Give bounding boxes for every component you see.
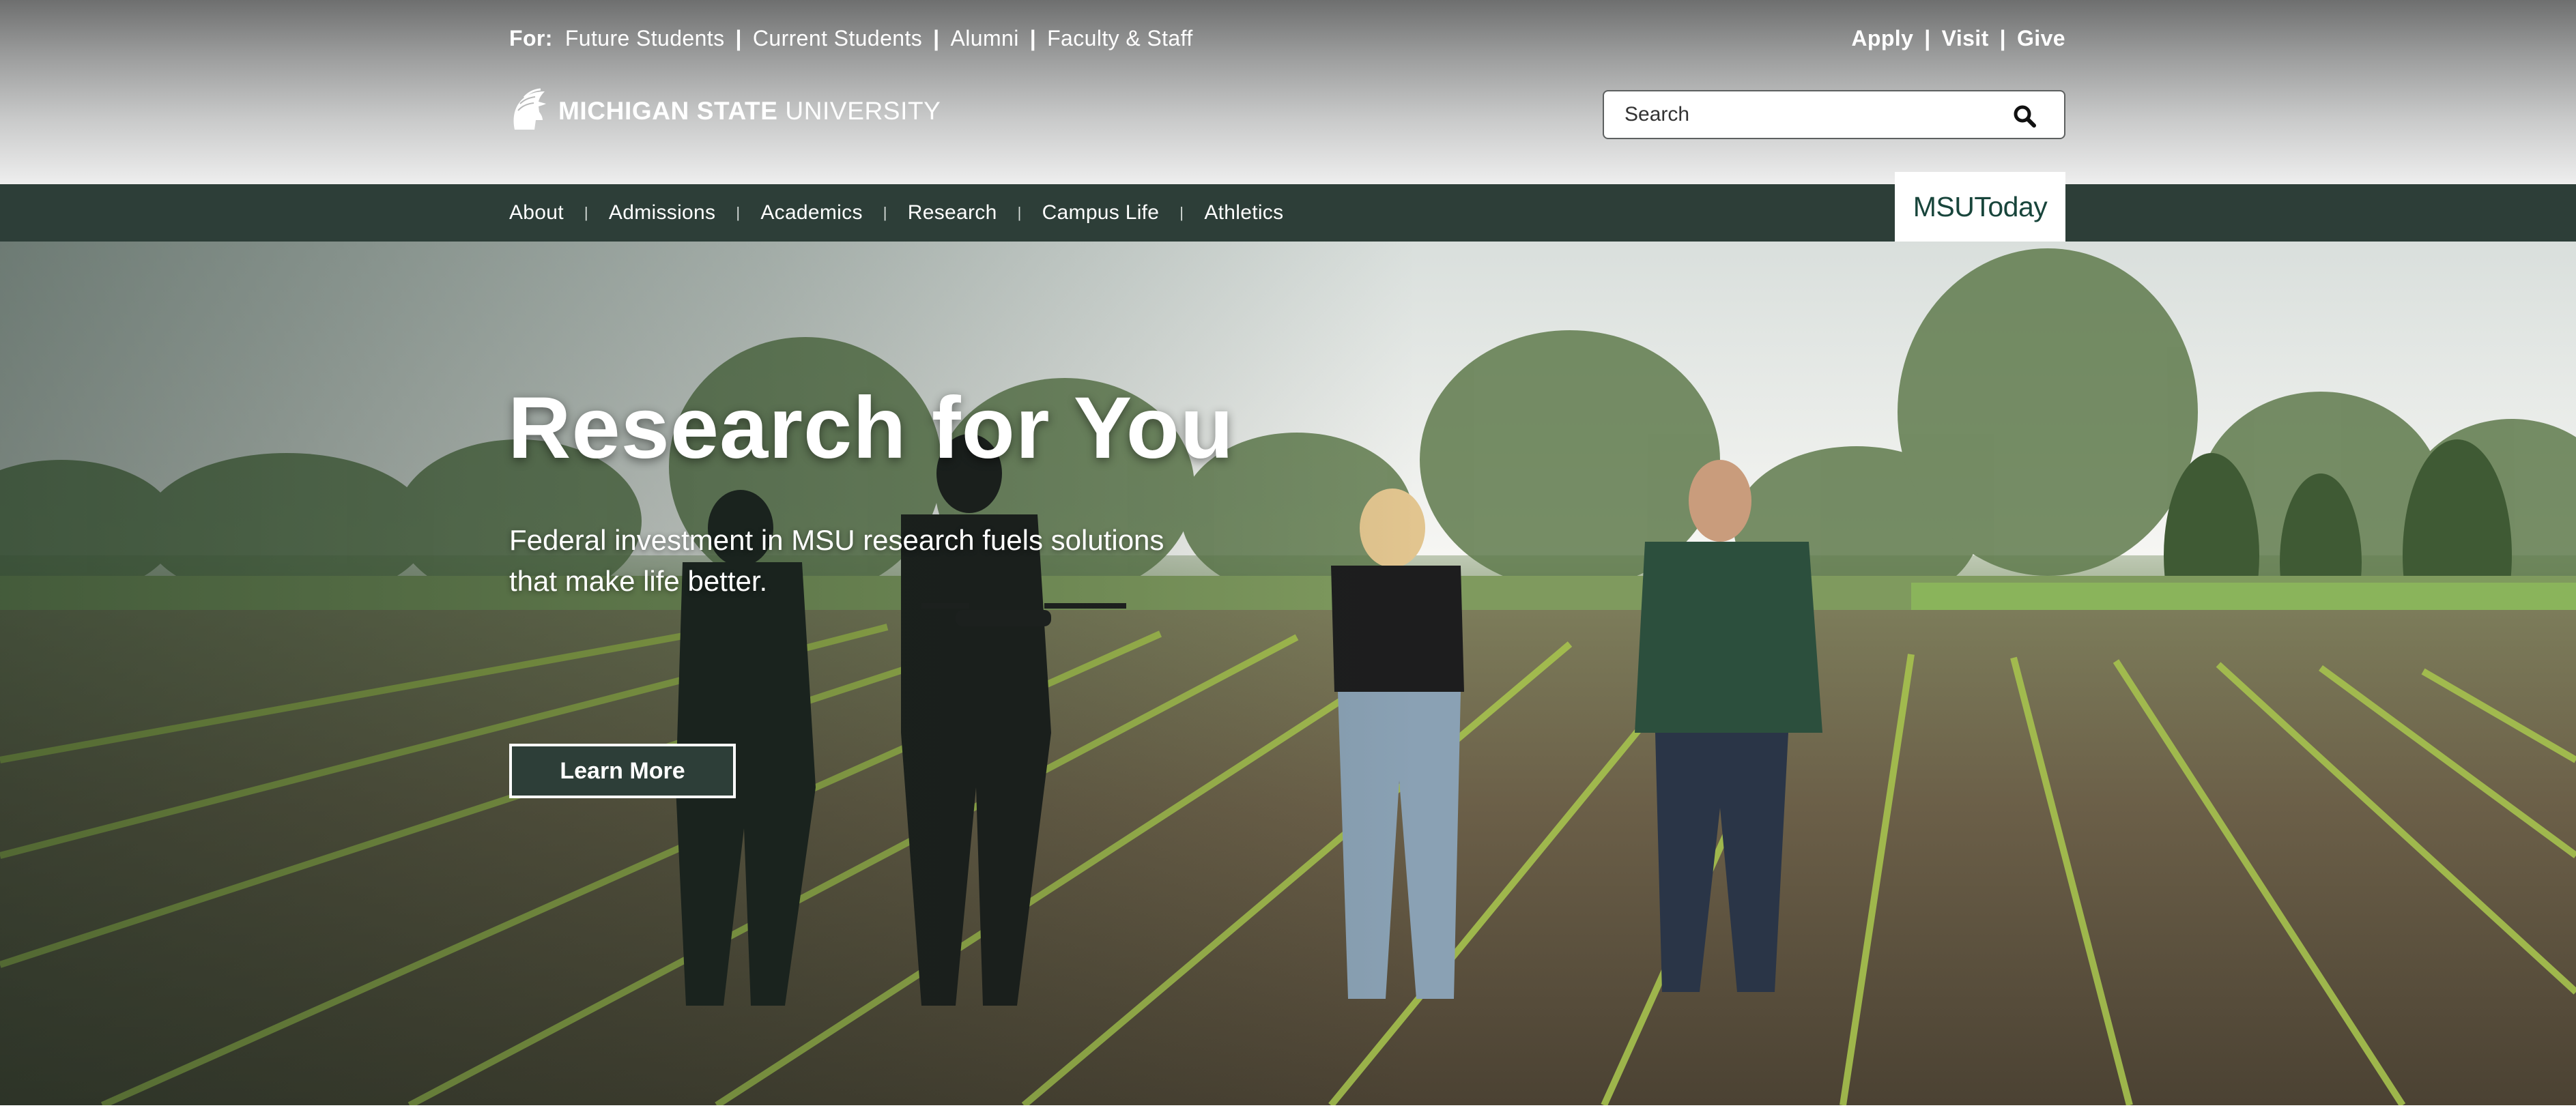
visit-link[interactable]: Visit (1942, 26, 1989, 51)
search-input[interactable] (1604, 94, 1986, 135)
nav-separator: | (584, 204, 588, 221)
action-nav-separator: | (1999, 25, 2007, 50)
main-nav: About | Admissions | Academics | Researc… (0, 184, 2576, 242)
action-nav: Apply | Visit | Give (1851, 23, 2065, 53)
msutoday-link[interactable]: MSUToday (1895, 172, 2065, 242)
wordmark-bold: MICHIGAN STATE (558, 97, 778, 125)
audience-link-alumni[interactable]: Alumni (951, 26, 1019, 51)
action-nav-separator: | (1924, 25, 1931, 50)
learn-more-button[interactable]: Learn More (509, 744, 736, 798)
audience-nav-separator: | (933, 25, 940, 50)
nav-item-athletics[interactable]: Athletics (1204, 201, 1283, 224)
search-box (1603, 90, 2065, 139)
hero-banner (0, 242, 2576, 1105)
audience-link-future-students[interactable]: Future Students (565, 26, 725, 51)
audience-nav-label: For: (509, 25, 553, 50)
audience-nav-separator: | (735, 25, 742, 50)
apply-link[interactable]: Apply (1851, 26, 1913, 51)
nav-item-academics[interactable]: Academics (760, 201, 862, 224)
hero-title: Research for You (508, 379, 1235, 477)
nav-item-campus-life[interactable]: Campus Life (1042, 201, 1160, 224)
audience-link-faculty-staff[interactable]: Faculty & Staff (1047, 26, 1193, 51)
nav-separator: | (1017, 204, 1022, 221)
spartan-helmet-icon (513, 88, 546, 130)
audience-link-current-students[interactable]: Current Students (753, 26, 922, 51)
nav-separator: | (736, 204, 741, 221)
site-header: For: Future Students | Current Students … (0, 0, 2576, 184)
hero-overlay (0, 242, 2576, 1105)
wordmark-light: UNIVERSITY (785, 97, 941, 125)
hero-subtitle: Federal investment in MSU research fuels… (509, 524, 1164, 597)
university-wordmark: MICHIGAN STATE UNIVERSITY (558, 97, 941, 126)
nav-item-research[interactable]: Research (908, 201, 997, 224)
nav-item-admissions[interactable]: Admissions (609, 201, 715, 224)
nav-separator: | (883, 204, 887, 221)
nav-separator: | (1179, 204, 1184, 221)
search-icon[interactable] (2012, 104, 2037, 128)
nav-item-about[interactable]: About (509, 201, 564, 224)
audience-nav-separator: | (1029, 25, 1037, 50)
msu-logo-link[interactable]: MICHIGAN STATE UNIVERSITY (509, 87, 941, 135)
give-link[interactable]: Give (2017, 26, 2065, 51)
audience-nav: For: Future Students | Current Students … (509, 23, 1193, 53)
main-nav-items: About | Admissions | Academics | Researc… (509, 184, 1283, 242)
